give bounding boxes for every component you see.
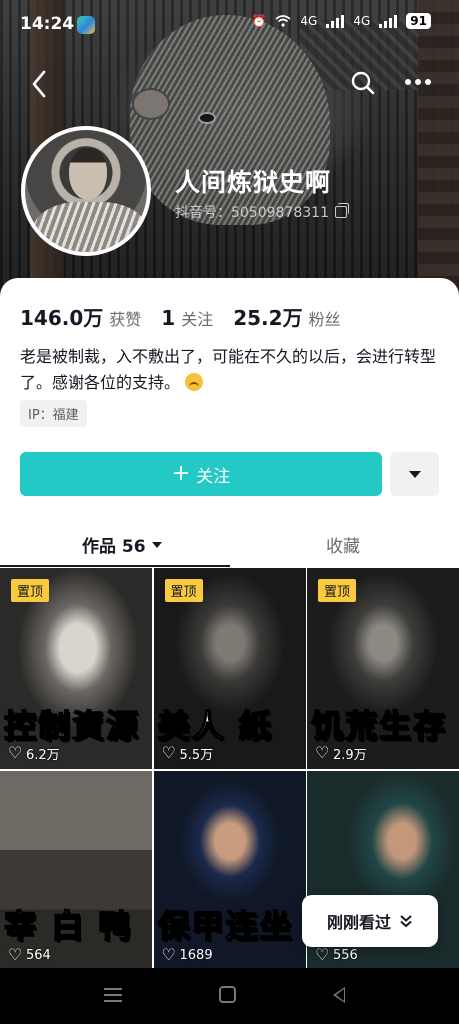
- back-arrow-icon[interactable]: [27, 68, 51, 100]
- video-caption: 控制資源: [3, 706, 141, 746]
- signal-icon: [379, 14, 398, 28]
- content-tabs: 作品 56 收藏: [0, 518, 459, 568]
- system-back-icon[interactable]: [333, 987, 345, 1003]
- more-options-icon[interactable]: [403, 72, 433, 92]
- just-watched-button[interactable]: 刚刚看过: [302, 895, 438, 947]
- stat-likes-label: 获赞: [109, 310, 142, 329]
- stat-likes[interactable]: 146.0万 获赞: [20, 302, 141, 331]
- video-caption: 宰 白 鸭: [3, 906, 133, 946]
- network-type-1: 4G: [300, 14, 318, 28]
- pinned-badge: 置顶: [318, 579, 357, 602]
- profile-bio-text: 老是被制裁，入不敷出了，可能在不久的以后，会进行转型了。感谢各位的支持。: [20, 347, 437, 392]
- video-likes-count: 5.5万: [179, 748, 214, 763]
- stat-following[interactable]: 1 关注: [161, 306, 213, 330]
- follow-button[interactable]: + 关注: [20, 452, 382, 496]
- stat-following-value: 1: [161, 306, 176, 330]
- banner-rat-ear: [132, 88, 170, 120]
- follow-button-label: 关注: [196, 466, 231, 487]
- video-tile[interactable]: 保甲连坐 1689: [153, 771, 306, 969]
- video-tile[interactable]: 置顶 饥荒生存 2.9万: [307, 568, 459, 769]
- search-icon[interactable]: [350, 70, 376, 96]
- video-likes: 1689: [162, 945, 213, 964]
- recommend-dropdown-button[interactable]: [390, 452, 439, 496]
- signal-icon: [326, 14, 345, 28]
- battery-level: 91: [406, 13, 431, 29]
- status-bar: 14:24 ⏰ 4G 4G 91: [0, 0, 459, 50]
- heart-icon: [8, 945, 22, 964]
- stat-followers-value: 25.2万: [233, 306, 303, 330]
- plus-icon: +: [171, 461, 191, 486]
- upside-down-smile-emoji-icon: [185, 373, 204, 391]
- profile-bio: 老是被制裁，入不敷出了，可能在不久的以后，会进行转型了。感谢各位的支持。: [20, 344, 440, 396]
- video-likes: 6.2万: [8, 743, 60, 764]
- douyin-id-text: 抖音号：50509878311: [175, 205, 329, 221]
- heart-icon: [315, 945, 329, 964]
- tab-works[interactable]: 作品 56: [82, 532, 162, 557]
- profile-douyin-id[interactable]: 抖音号：50509878311: [175, 202, 349, 222]
- video-likes-count: 556: [333, 948, 358, 963]
- wifi-icon: [275, 15, 291, 27]
- profile-card: 146.0万 获赞 1 关注 25.2万 粉丝 老是被制裁，入不敷出了，可能在不…: [0, 278, 459, 969]
- status-time: 14:24: [20, 14, 75, 34]
- video-likes-count: 6.2万: [26, 748, 60, 763]
- heart-icon: [162, 743, 176, 762]
- banner-rat-eye: [198, 112, 216, 124]
- double-chevron-down-icon: [400, 915, 412, 928]
- network-type-2: 4G: [353, 14, 371, 28]
- video-caption: 饥荒生存: [310, 706, 448, 746]
- caret-down-icon: [408, 470, 421, 478]
- profile-username: 人间炼狱史啊: [175, 168, 332, 197]
- ip-location-tag: IP：福建: [20, 400, 87, 427]
- video-likes-count: 2.9万: [333, 748, 367, 763]
- avatar-face: [69, 148, 107, 200]
- video-tile[interactable]: 置顶 控制資源 6.2万: [0, 568, 152, 769]
- video-likes: 564: [8, 945, 51, 964]
- profile-stats: 146.0万 获赞 1 关注 25.2万 粉丝: [20, 302, 341, 331]
- pinned-badge: 置顶: [164, 579, 203, 602]
- video-likes-count: 564: [26, 948, 51, 963]
- tab-favorites[interactable]: 收藏: [326, 532, 360, 557]
- video-likes: 5.5万: [162, 743, 214, 764]
- avatar-robe: [33, 202, 147, 252]
- video-likes-count: 1689: [179, 948, 213, 963]
- video-likes: 2.9万: [315, 743, 367, 764]
- pinned-badge: 置顶: [11, 579, 50, 602]
- video-tile[interactable]: 宰 白 鸭 564: [0, 771, 152, 969]
- system-nav-bar: [0, 968, 459, 1024]
- stat-following-label: 关注: [181, 310, 214, 329]
- heart-icon: [315, 743, 329, 762]
- video-likes: 556: [315, 945, 358, 964]
- tab-works-label: 作品 56: [82, 537, 146, 557]
- video-caption: 保甲连坐: [157, 906, 294, 946]
- recents-icon[interactable]: [104, 988, 122, 1002]
- heart-icon: [162, 945, 176, 964]
- stat-likes-value: 146.0万: [20, 306, 104, 330]
- caret-down-icon: [151, 541, 162, 548]
- stat-followers-label: 粉丝: [308, 310, 341, 329]
- heart-icon: [8, 743, 22, 762]
- tab-active-indicator: [0, 565, 230, 567]
- app-notification-icon: [77, 16, 95, 34]
- avatar[interactable]: [21, 126, 151, 256]
- copy-icon[interactable]: [334, 203, 349, 218]
- home-icon[interactable]: [219, 986, 236, 1003]
- stat-followers[interactable]: 25.2万 粉丝: [233, 302, 340, 331]
- status-right-group: ⏰ 4G 4G 91: [251, 13, 431, 29]
- video-caption: 美人 紙: [157, 706, 273, 746]
- just-watched-label: 刚刚看过: [326, 913, 391, 932]
- alarm-icon: ⏰: [251, 14, 267, 28]
- video-tile[interactable]: 置顶 美人 紙 5.5万: [153, 568, 306, 769]
